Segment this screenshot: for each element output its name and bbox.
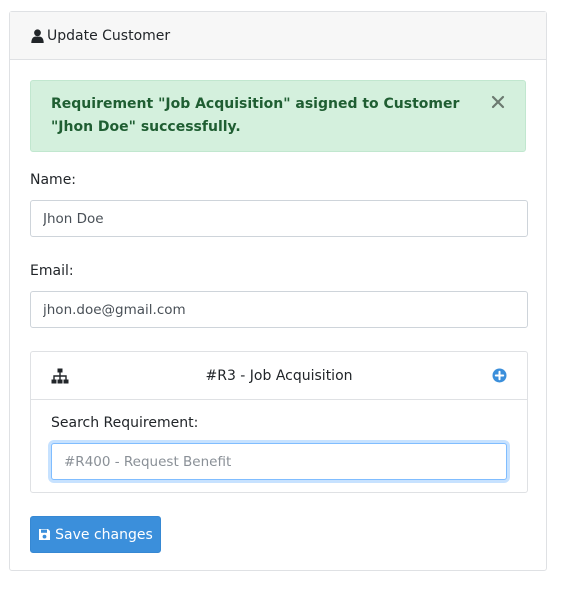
email-label: Email: [30, 263, 74, 279]
save-button-label: Save changes [55, 526, 153, 543]
plus-circle-icon[interactable] [492, 368, 507, 383]
alert-message: Requirement "Job Acquisition" asigned to… [51, 96, 460, 135]
close-icon[interactable] [491, 94, 505, 109]
search-requirement-input[interactable] [51, 443, 507, 480]
requirement-title: #R3 - Job Acquisition [205, 367, 353, 384]
requirement-card: #R3 - Job Acquisition Search Requirement… [30, 351, 528, 493]
card-header: Update Customer [10, 12, 546, 60]
requirement-header: #R3 - Job Acquisition [31, 352, 527, 400]
save-changes-button[interactable]: Save changes [30, 516, 161, 553]
card-body: Requirement "Job Acquisition" asigned to… [10, 60, 546, 553]
success-alert: Requirement "Job Acquisition" asigned to… [30, 80, 526, 152]
email-field[interactable] [30, 291, 528, 328]
requirement-body: Search Requirement: [31, 400, 527, 480]
user-icon [31, 28, 44, 43]
name-label: Name: [30, 172, 77, 188]
floppy-disk-icon [38, 528, 51, 541]
card-title: Update Customer [47, 27, 171, 44]
name-field[interactable] [30, 200, 528, 237]
search-requirement-label: Search Requirement: [51, 415, 199, 431]
update-customer-card: Update Customer Requirement "Job Acquisi… [9, 11, 547, 571]
sitemap-icon [51, 368, 69, 384]
